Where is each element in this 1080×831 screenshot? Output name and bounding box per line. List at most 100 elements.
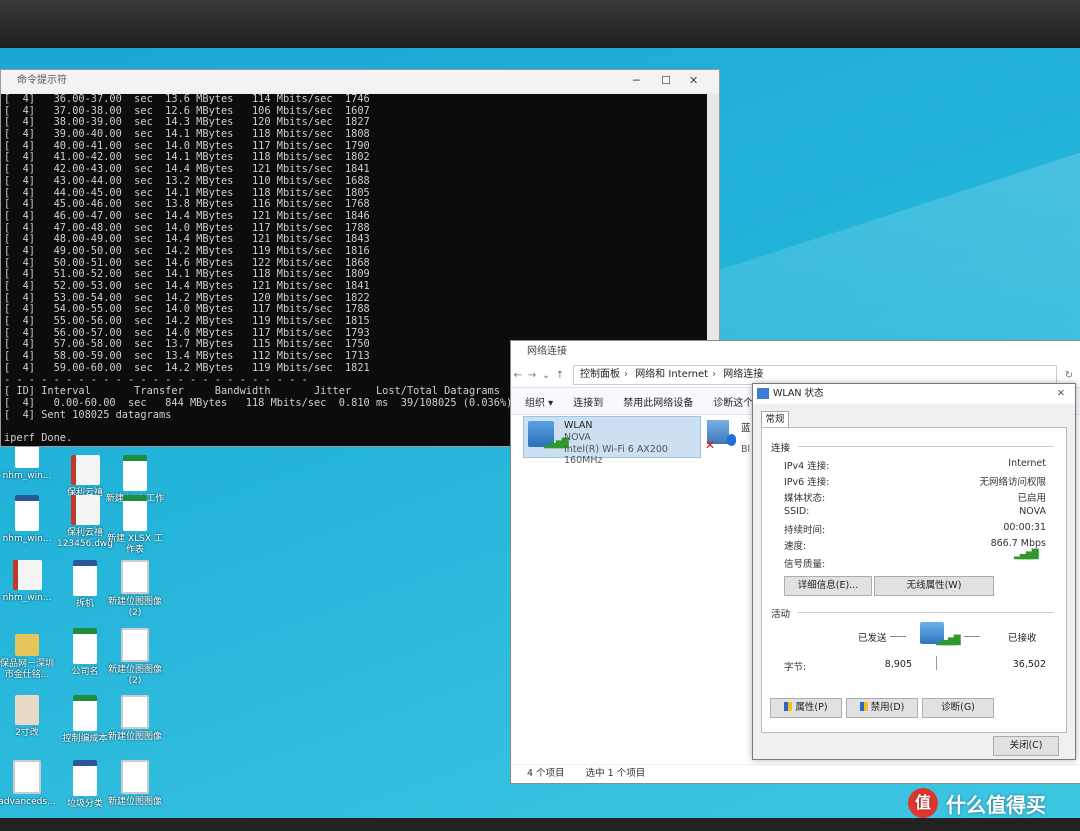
duration-label: 持续时间: (784, 525, 826, 536)
details-button[interactable]: 详细信息(E)... (784, 576, 872, 596)
watermark: 值 什么值得买 (908, 786, 1046, 820)
signal-quality-label: 信号质量: (784, 559, 826, 570)
general-panel: 连接 IPv4 连接: Internet IPv6 连接: 无网络访问权限 媒体… (761, 427, 1067, 733)
disable-device-button[interactable]: 禁用此网络设备 (623, 394, 693, 409)
bytes-sent: 8,905 (884, 659, 912, 670)
terminal-line: [ 4] 39.00-40.00 sec 14.1 MBytes 118 Mbi… (4, 128, 370, 141)
desktop-icon[interactable]: 新建位图图像 (104, 760, 166, 808)
adapter-name: WLAN (564, 420, 593, 431)
disable-button[interactable]: 禁用(D) (846, 698, 918, 718)
close-button[interactable]: 关闭(C) (993, 736, 1059, 756)
divider (936, 656, 937, 670)
minimize-icon[interactable]: ─ (633, 70, 640, 92)
adapter-bluetooth[interactable]: ✕ 蓝 Bl (705, 416, 751, 456)
media-state-label: 媒体状态: (784, 493, 826, 504)
dialog-title: WLAN 状态 (773, 388, 824, 399)
terminal-line: [ 4] 49.00-50.00 sec 14.2 MBytes 119 Mbi… (4, 244, 370, 257)
status-bar: 4 个项目 选中 1 个项目 (511, 764, 1080, 783)
up-arrow-icon[interactable]: ↑ (553, 370, 567, 381)
properties-label: 属性(P) (795, 702, 828, 713)
desktop-icon[interactable]: nhm_win... (0, 495, 58, 545)
maximize-icon[interactable]: ☐ (661, 70, 671, 92)
desktop-icon[interactable]: nhm_win... (0, 560, 58, 604)
desktop-icon-label: 2寸改 (15, 728, 39, 738)
img-file-icon (121, 560, 149, 594)
img-file-icon (121, 760, 149, 794)
shield-icon (784, 702, 793, 711)
duration-value: 00:00:31 (1003, 522, 1046, 533)
doc-file-icon (73, 760, 97, 796)
tab-general[interactable]: 常规 (761, 411, 789, 428)
speed-value: 866.7 Mbps (990, 538, 1046, 549)
media-state-value: 已启用 (1017, 493, 1046, 504)
monitor-bezel (0, 0, 1080, 52)
dialog-titlebar[interactable]: WLAN 状态 ✕ (753, 384, 1075, 404)
xls-file-icon (123, 455, 147, 491)
desktop-icon-label: nhm_win... (2, 471, 52, 481)
desktop-icon-label: 新建位图图像 (107, 797, 162, 807)
desktop-icon-label: 保品网－深圳市金仕铭... (0, 659, 54, 680)
ipv4-value: Internet (1008, 458, 1046, 469)
terminal-line: [ 4] 55.00-56.00 sec 14.2 MBytes 119 Mbi… (4, 315, 370, 328)
desktop-icon-label: nhm_win... (2, 593, 52, 603)
desktop-icon-label: 新建位图图像 (2) (107, 597, 162, 618)
dwg-file-icon (70, 495, 100, 525)
folder-file-icon (15, 634, 39, 656)
divider (798, 446, 1054, 447)
signal-bars-icon: ▂▄▆█ (936, 636, 961, 646)
disable-label: 禁用(D) (870, 702, 905, 713)
refresh-icon[interactable]: ↻ (1057, 370, 1080, 381)
desktop-icon-label: nhm_win... (2, 534, 52, 544)
properties-button[interactable]: 属性(P) (770, 698, 842, 718)
desktop-icon-label: advanceds... (0, 797, 56, 807)
dropdown-icon[interactable]: ⌄ (539, 370, 553, 381)
adapter-wlan[interactable]: ▂▄▆█ WLAN NOVA Intel(R) Wi-Fi 6 AX200 16… (523, 416, 701, 466)
ssid-value: NOVA (1019, 506, 1046, 517)
desktop-icon[interactable]: 新建 XLSX 工作表 (104, 495, 166, 556)
watermark-logo: 值 (908, 788, 938, 818)
ipv4-label: IPv4 连接: (784, 461, 830, 472)
forward-arrow-icon[interactable]: → (525, 370, 539, 381)
section-connection: 连接 (771, 443, 791, 454)
img-file-icon (13, 760, 41, 794)
organize-menu[interactable]: 组织 ▾ (525, 394, 553, 409)
desktop-icon-label: 新建 XLSX 工作表 (107, 534, 163, 555)
bytes-label: 字节: (784, 662, 807, 673)
desktop-icon[interactable]: advanceds... (0, 760, 58, 808)
dash (890, 636, 906, 637)
xls-file-icon (73, 628, 97, 664)
breadcrumb-item[interactable]: 网络和 Internet (635, 369, 708, 380)
close-icon[interactable]: ✕ (689, 70, 698, 92)
speed-label: 速度: (784, 541, 807, 552)
diagnose-button[interactable]: 诊断(G) (922, 698, 994, 718)
breadcrumb[interactable]: 控制面板 › 网络和 Internet › 网络连接 (573, 365, 1057, 385)
desktop-icon[interactable]: 新建位图图像 (104, 695, 166, 743)
netwin-title: 网络连接 (527, 346, 567, 357)
img-file-icon (121, 628, 149, 662)
back-arrow-icon[interactable]: ← (511, 370, 525, 381)
shield-icon (859, 702, 868, 711)
desktop-icon[interactable]: 2寸改 (0, 695, 58, 739)
cmd-titlebar[interactable]: 命令提示符 ─ ☐ ✕ (1, 70, 719, 92)
divider (798, 612, 1054, 613)
photo-file-icon (15, 695, 39, 725)
wireless-properties-button[interactable]: 无线属性(W) (874, 576, 994, 596)
sent-label: 已发送 (858, 633, 887, 644)
bluetooth-icon (727, 434, 736, 446)
cmd-title: 命令提示符 (17, 75, 67, 86)
desktop-icon[interactable]: 新建位图图像 (2) (104, 628, 166, 687)
adapter-sub: Bl (741, 444, 751, 455)
ipv6-value: 无网络访问权限 (979, 477, 1046, 488)
signal-bars-icon: ▂▄▆█ (1014, 550, 1039, 560)
dash (964, 636, 980, 637)
desktop-icon[interactable]: 新建位图图像 (2) (104, 560, 166, 619)
breadcrumb-item[interactable]: 网络连接 (723, 369, 763, 380)
adapter-ssid: NOVA (564, 432, 591, 443)
selected-count: 选中 1 个项目 (585, 768, 646, 779)
breadcrumb-item[interactable]: 控制面板 (580, 369, 620, 380)
desktop-icon-label: 新建位图图像 (2) (107, 665, 162, 686)
connect-to-button[interactable]: 连接到 (573, 394, 603, 409)
wlan-status-dialog[interactable]: WLAN 状态 ✕ 常规 连接 IPv4 连接: Internet IPv6 连… (752, 383, 1076, 760)
desktop-icon[interactable]: 保品网－深圳市金仕铭... (0, 628, 58, 681)
close-icon[interactable]: ✕ (1057, 384, 1065, 404)
